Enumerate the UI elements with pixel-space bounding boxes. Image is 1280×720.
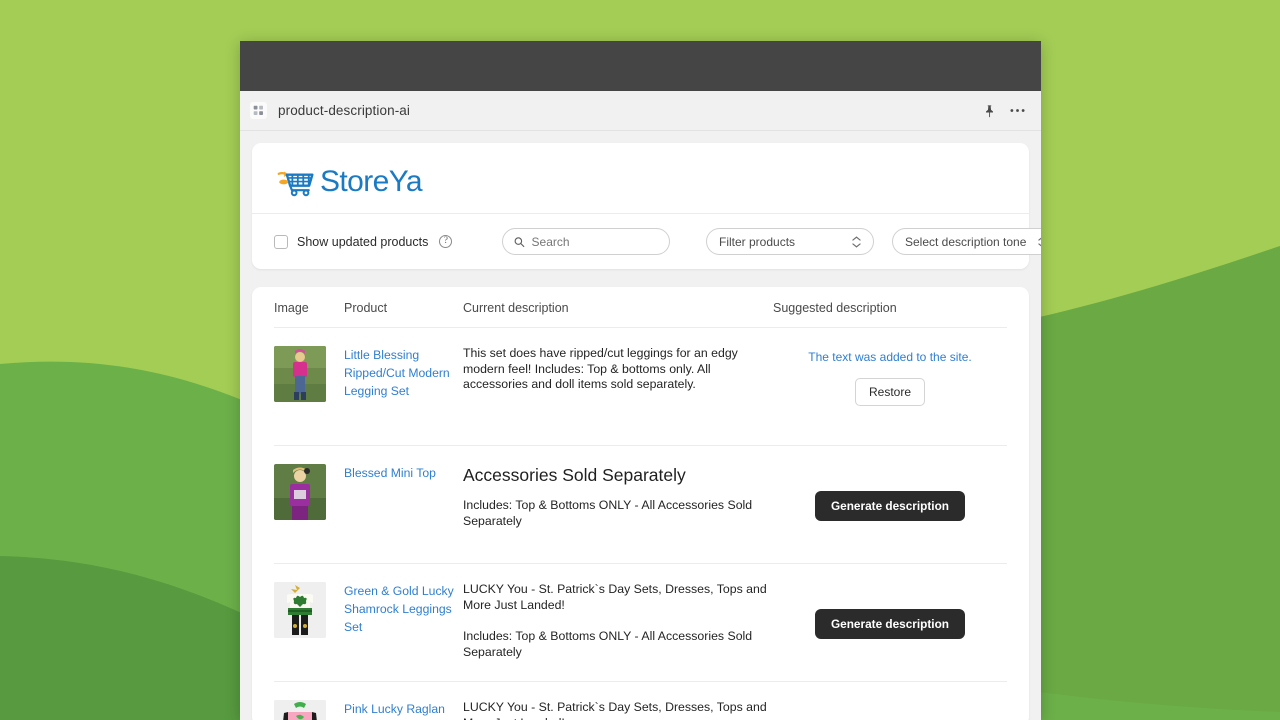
suggested-description-cell: The text was added to the site. Restore (773, 346, 1007, 429)
suggested-description-cell: Generate description (773, 464, 1007, 547)
current-description-cell: Accessories Sold Separately Includes: Top… (463, 464, 773, 547)
product-name-cell: Pink Lucky Raglan and Green Shimmer Flar… (344, 700, 463, 720)
product-image-cell (274, 582, 344, 665)
window-titlebar (240, 41, 1041, 91)
product-thumbnail[interactable] (274, 464, 326, 520)
chevron-updown-icon (1038, 236, 1041, 248)
status-badge: The text was added to the site. (808, 350, 972, 364)
product-thumbnail[interactable] (274, 346, 326, 402)
table-body: Little Blessing Ripped/Cut Modern Leggin… (274, 328, 1007, 720)
product-image-cell (274, 700, 344, 720)
column-header-current: Current description (463, 301, 569, 315)
page-content: StoreYa Show updated products ? Search F… (240, 131, 1041, 720)
product-thumbnail[interactable] (274, 700, 326, 720)
brand-name: StoreYa (320, 165, 423, 198)
current-description-paragraph: Includes: Top & Bottoms ONLY - All Acces… (463, 498, 753, 528)
header-card: StoreYa Show updated products ? Search F… (252, 143, 1041, 269)
product-thumbnail[interactable] (274, 582, 326, 638)
current-description-paragraph: Includes: Top & Bottoms ONLY - All Acces… (463, 629, 753, 659)
tab-strip: product-description-ai (240, 91, 1041, 131)
current-description-paragraph: This set does have ripped/cut leggings f… (463, 346, 738, 391)
table-row: Green & Gold Lucky Shamrock Leggings Set… (274, 564, 1007, 682)
search-input[interactable] (531, 234, 658, 249)
browser-window: product-description-ai StoreYa Show upda… (240, 41, 1041, 720)
show-updated-products-control[interactable]: Show updated products ? (274, 234, 502, 249)
product-name-cell: Green & Gold Lucky Shamrock Leggings Set (344, 582, 463, 665)
chevron-updown-icon (852, 235, 861, 248)
tab-title[interactable]: product-description-ai (278, 103, 410, 118)
suggested-description-cell: Generate description (773, 582, 1007, 665)
product-image-cell (274, 346, 344, 429)
current-description-cell: This set does have ripped/cut leggings f… (463, 346, 773, 429)
restore-button[interactable]: Restore (854, 378, 926, 406)
current-description-cell: LUCKY You - St. Patrick`s Day Sets, Dres… (463, 582, 773, 665)
column-header-image: Image (274, 301, 309, 315)
help-circle-icon[interactable]: ? (439, 235, 453, 248)
product-name-link[interactable]: Blessed Mini Top (344, 466, 446, 480)
table-row: Little Blessing Ripped/Cut Modern Leggin… (274, 328, 1007, 446)
description-tone-select[interactable]: Select description tone (892, 228, 1041, 255)
storeya-logo[interactable]: StoreYa (276, 167, 1005, 197)
column-header-product: Product (344, 301, 388, 315)
column-header-suggested: Suggested description (773, 301, 897, 315)
product-name-cell: Blessed Mini Top (344, 464, 463, 547)
generate-description-button[interactable]: Generate description (814, 490, 965, 521)
filters-row: Show updated products ? Filter products (252, 213, 1041, 269)
pin-icon[interactable] (983, 104, 996, 118)
filter-products-select[interactable]: Filter products (706, 228, 874, 255)
search-box[interactable] (502, 228, 670, 255)
search-icon (514, 236, 525, 247)
description-tone-label: Select description tone (905, 234, 1027, 249)
products-table-card: Image Product Current description Sugges… (252, 287, 1029, 720)
product-name-link[interactable]: Green & Gold Lucky Shamrock Leggings Set (344, 584, 454, 634)
current-description-cell: LUCKY You - St. Patrick`s Day Sets, Dres… (463, 700, 773, 720)
more-options-icon[interactable] (1010, 108, 1025, 113)
extension-puzzle-icon (250, 102, 267, 119)
current-description-paragraph: LUCKY You - St. Patrick`s Day Sets, Dres… (463, 700, 767, 720)
current-description-heading: Accessories Sold Separately (463, 465, 686, 485)
show-updated-label: Show updated products (297, 234, 429, 249)
product-name-cell: Little Blessing Ripped/Cut Modern Leggin… (344, 346, 463, 429)
table-header-row: Image Product Current description Sugges… (274, 287, 1007, 328)
current-description-paragraph: LUCKY You - St. Patrick`s Day Sets, Dres… (463, 582, 767, 612)
product-name-link[interactable]: Pink Lucky Raglan and Green Shimmer Flar… (344, 702, 454, 720)
suggested-description-cell: Generate description (773, 700, 1007, 720)
show-updated-checkbox[interactable] (274, 234, 288, 249)
table-row: Blessed Mini Top Accessories Sold Separat… (274, 446, 1007, 564)
generate-description-button[interactable]: Generate description (814, 608, 965, 639)
table-row: Pink Lucky Raglan and Green Shimmer Flar… (274, 682, 1007, 720)
product-name-link[interactable]: Little Blessing Ripped/Cut Modern Leggin… (344, 348, 450, 398)
logo-row: StoreYa (252, 143, 1029, 213)
titlebar-actions (983, 104, 1025, 118)
filter-products-label: Filter products (719, 234, 796, 249)
product-image-cell (274, 464, 344, 547)
shopping-cart-icon (277, 171, 314, 197)
